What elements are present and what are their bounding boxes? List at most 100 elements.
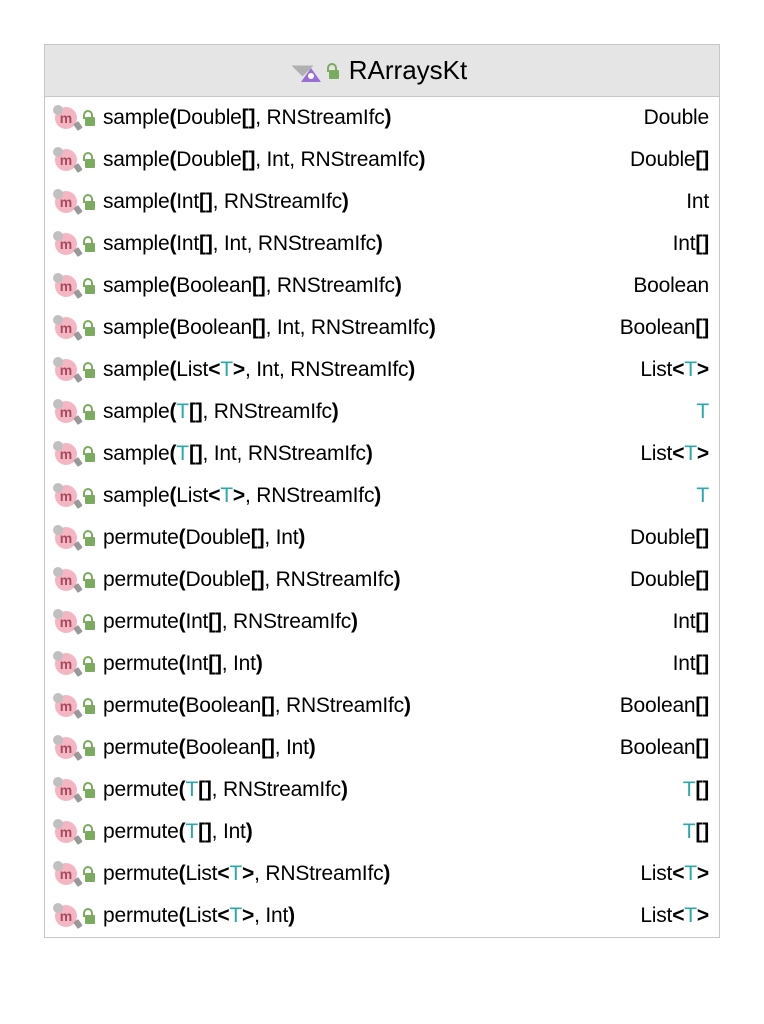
method-signature: sample(Int[], Int, RNStreamIfc)	[103, 232, 667, 256]
public-visibility-icon	[83, 362, 97, 378]
method-signature: sample(Double[], RNStreamIfc)	[103, 106, 638, 130]
return-type: T[]	[683, 820, 709, 844]
class-header: RArraysKt	[45, 45, 719, 97]
public-visibility-icon	[83, 278, 97, 294]
method-signature: sample(Boolean[], Int, RNStreamIfc)	[103, 316, 614, 340]
method-icon: m	[55, 527, 77, 549]
return-type: Int	[686, 190, 709, 214]
method-signature: sample(Int[], RNStreamIfc)	[103, 190, 680, 214]
method-icon: m	[55, 443, 77, 465]
return-type: Boolean[]	[620, 736, 709, 760]
method-signature: sample(T[], RNStreamIfc)	[103, 400, 690, 424]
return-type: Boolean[]	[620, 316, 709, 340]
method-icon: m	[55, 737, 77, 759]
return-type: Int[]	[673, 232, 709, 256]
method-row-sample[interactable]: msample(T[], Int, RNStreamIfc)List<T>	[45, 433, 719, 475]
method-icon: m	[55, 359, 77, 381]
public-visibility-icon	[83, 740, 97, 756]
method-row-sample[interactable]: m sample(Boolean[], RNStreamIfc)Boolean	[45, 265, 719, 307]
return-type: Boolean[]	[620, 694, 709, 718]
public-visibility-icon	[83, 572, 97, 588]
method-icon: m	[55, 821, 77, 843]
method-row-permute[interactable]: m permute(List<T>, RNStreamIfc)List<T>	[45, 853, 719, 895]
method-signature: permute(Double[], RNStreamIfc)	[103, 568, 624, 592]
method-signature: permute(Boolean[], RNStreamIfc)	[103, 694, 614, 718]
return-type: Int[]	[673, 610, 709, 634]
method-icon: m	[55, 275, 77, 297]
method-signature: permute(List<T>, Int)	[103, 904, 634, 928]
method-signature: permute(Boolean[], Int)	[103, 736, 614, 760]
method-list: msample(Double[], RNStreamIfc)Doublemsam…	[45, 97, 719, 937]
return-type: Double[]	[630, 526, 709, 550]
method-icon: m	[55, 107, 77, 129]
public-visibility-icon	[83, 320, 97, 336]
return-type: List<T>	[640, 904, 709, 928]
public-visibility-icon	[83, 782, 97, 798]
method-row-sample[interactable]: m sample(Int[], RNStreamIfc) Int	[45, 181, 719, 223]
method-icon: m	[55, 611, 77, 633]
method-icon: m	[55, 653, 77, 675]
public-visibility-icon	[83, 446, 97, 462]
return-type: Double[]	[630, 148, 709, 172]
method-row-sample[interactable]: m sample(Boolean[], Int, RNStreamIfc)Bool…	[45, 307, 719, 349]
public-visibility-icon	[327, 63, 341, 79]
public-visibility-icon	[83, 908, 97, 924]
return-type: T[]	[683, 778, 709, 802]
class-title: RArraysKt	[349, 55, 467, 86]
return-type: Boolean	[633, 274, 709, 298]
public-visibility-icon	[83, 866, 97, 882]
method-signature: sample(Boolean[], RNStreamIfc)	[103, 274, 627, 298]
method-row-permute[interactable]: m permute(Boolean[], Int)Boolean[]	[45, 727, 719, 769]
method-row-sample[interactable]: m sample(List<T>, RNStreamIfc)T	[45, 475, 719, 517]
method-row-sample[interactable]: m sample(Double[], RNStreamIfc)Double	[45, 97, 719, 139]
method-row-permute[interactable]: mpermute(T[], RNStreamIfc)T[]	[45, 769, 719, 811]
method-signature: sample(List<T>, RNStreamIfc)	[103, 484, 690, 508]
method-signature: sample(Double[], Int, RNStreamIfc)	[103, 148, 624, 172]
method-signature: permute(Int[], RNStreamIfc)	[103, 610, 667, 634]
return-type: Double[]	[630, 568, 709, 592]
method-row-permute[interactable]: m permute(Int[], Int)Int[]	[45, 643, 719, 685]
method-row-sample[interactable]: m sample(Int[], Int, RNStreamIfc)Int[]	[45, 223, 719, 265]
method-icon: m	[55, 695, 77, 717]
method-signature: permute(List<T>, RNStreamIfc)	[103, 862, 634, 886]
method-icon: m	[55, 191, 77, 213]
method-icon: m	[55, 863, 77, 885]
method-icon: m	[55, 905, 77, 927]
method-row-permute[interactable]: m permute(T[], Int)T[]	[45, 811, 719, 853]
public-visibility-icon	[83, 236, 97, 252]
method-icon: m	[55, 779, 77, 801]
public-visibility-icon	[83, 824, 97, 840]
method-icon: m	[55, 233, 77, 255]
public-visibility-icon	[83, 488, 97, 504]
method-row-sample[interactable]: m sample(Double[], Int, RNStreamIfc)Doubl…	[45, 139, 719, 181]
kotlin-class-icon	[297, 60, 319, 82]
return-type: Int[]	[673, 652, 709, 676]
public-visibility-icon	[83, 194, 97, 210]
public-visibility-icon	[83, 530, 97, 546]
return-type: List<T>	[640, 442, 709, 466]
method-row-sample[interactable]: msample(T[], RNStreamIfc)T	[45, 391, 719, 433]
method-signature: permute(Int[], Int)	[103, 652, 667, 676]
method-icon: m	[55, 149, 77, 171]
return-type: Double	[644, 106, 709, 130]
public-visibility-icon	[83, 656, 97, 672]
return-type: T	[696, 484, 709, 508]
return-type: T	[696, 400, 709, 424]
public-visibility-icon	[83, 110, 97, 126]
method-row-permute[interactable]: m permute(Double[], RNStreamIfc)Double[]	[45, 559, 719, 601]
public-visibility-icon	[83, 152, 97, 168]
return-type: List<T>	[640, 862, 709, 886]
class-members-panel: RArraysKt m sample(Double[], RNStreamIfc)…	[44, 44, 720, 938]
method-icon: m	[55, 569, 77, 591]
method-icon: m	[55, 485, 77, 507]
method-signature: permute(T[], Int)	[103, 820, 677, 844]
method-row-permute[interactable]: m permute(Double[], Int)Double[]	[45, 517, 719, 559]
public-visibility-icon	[83, 404, 97, 420]
method-icon: m	[55, 317, 77, 339]
return-type: List<T>	[640, 358, 709, 382]
method-row-sample[interactable]: msample(List<T>, Int, RNStreamIfc)List<T…	[45, 349, 719, 391]
method-row-permute[interactable]: m permute(Int[], RNStreamIfc)Int[]	[45, 601, 719, 643]
method-row-permute[interactable]: m permute(List<T>, Int)List<T>	[45, 895, 719, 937]
method-row-permute[interactable]: m permute(Boolean[], RNStreamIfc)Boolean[…	[45, 685, 719, 727]
method-signature: permute(Double[], Int)	[103, 526, 624, 550]
